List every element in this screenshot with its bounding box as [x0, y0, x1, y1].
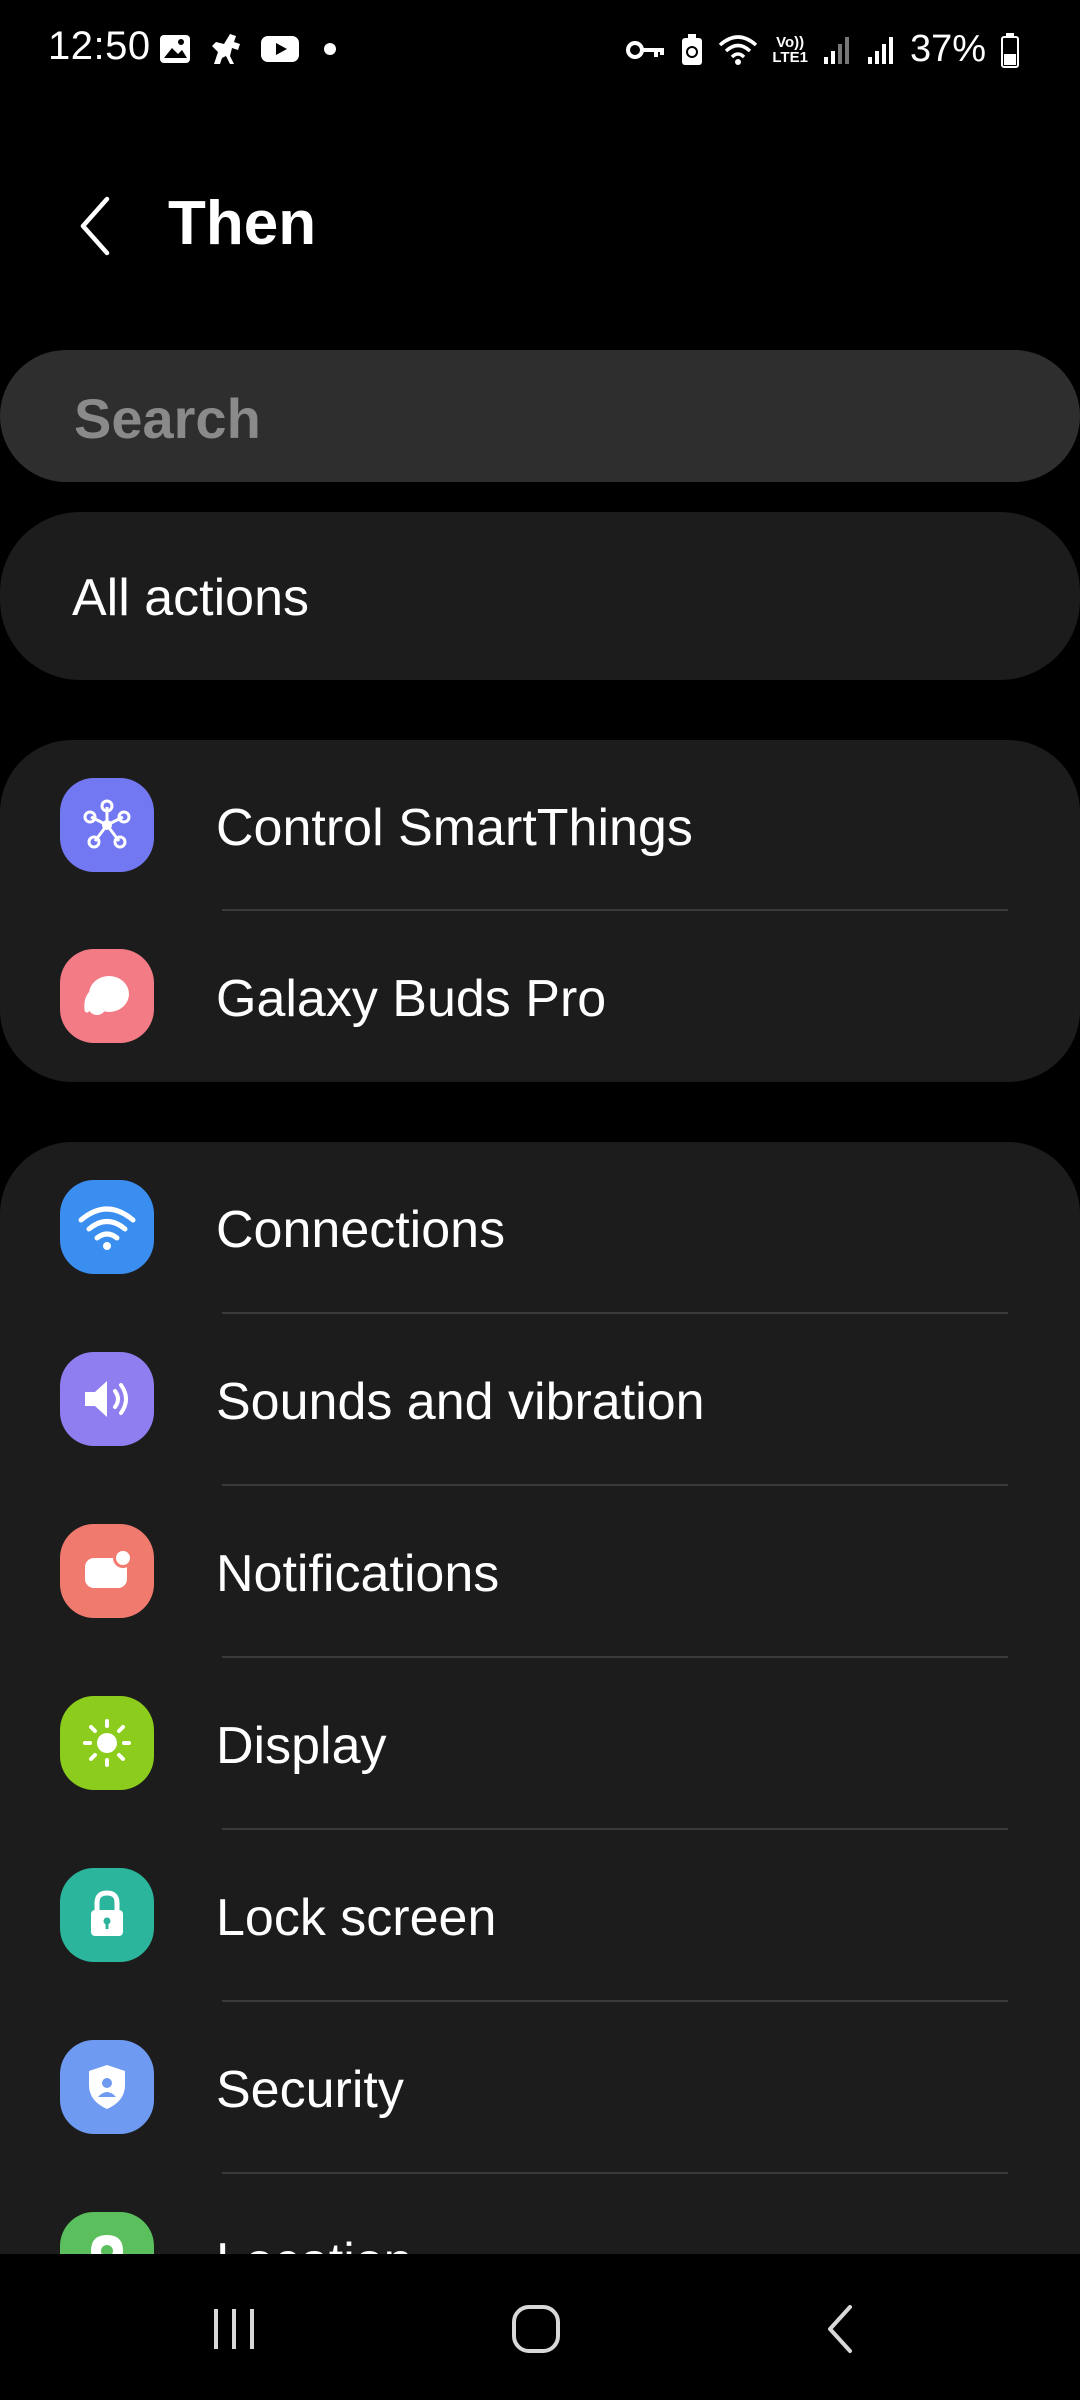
search-bar[interactable]	[0, 350, 1080, 482]
list-item-galaxy-buds-pro[interactable]: Galaxy Buds Pro	[0, 911, 1080, 1082]
recents-icon	[214, 2309, 254, 2349]
list-item-location[interactable]: Location	[0, 2174, 1080, 2262]
battery-icon	[1001, 32, 1019, 68]
list-item-label: Security	[216, 2061, 404, 2119]
list-item-label: Control SmartThings	[216, 799, 693, 857]
recents-button[interactable]	[174, 2284, 294, 2374]
lte-text: LTE1	[772, 48, 808, 66]
devices-card: Control SmartThings Galaxy Buds Pro	[0, 740, 1080, 1082]
list-item-label: Connections	[216, 1201, 506, 1259]
signal-icon	[867, 36, 893, 64]
speaker-icon	[60, 1352, 154, 1446]
list-item-display[interactable]: Display	[0, 1658, 1080, 1830]
list-item-sounds-and-vibration[interactable]: Sounds and vibration	[0, 1314, 1080, 1486]
battery-percent: 37%	[909, 28, 986, 70]
status-right-icons: Vo)) LTE1 37%	[626, 28, 1020, 71]
notification-icon	[60, 1524, 154, 1618]
wifi-icon	[60, 1180, 154, 1274]
all-actions-item[interactable]: All actions	[0, 512, 1080, 680]
list-item-security[interactable]: Security	[0, 2002, 1080, 2174]
wifi-icon	[719, 34, 758, 65]
shield-icon	[60, 2040, 154, 2134]
volte-text: Vo))	[776, 33, 805, 51]
list-item-control-smartthings[interactable]: Control SmartThings	[0, 740, 1080, 911]
signal-icon	[823, 36, 849, 64]
list-item-label: Notifications	[216, 1545, 500, 1603]
all-actions-label: All actions	[72, 569, 309, 627]
vpn-key-icon	[626, 40, 665, 59]
status-time: 12:50	[48, 24, 151, 68]
youtube-icon	[261, 36, 299, 62]
gallery-icon	[160, 35, 190, 63]
list-item-connections[interactable]: Connections	[0, 1142, 1080, 1314]
list-item-label: Galaxy Buds Pro	[216, 970, 607, 1028]
header: Then	[0, 160, 1080, 290]
galaxy-buds-icon	[60, 949, 154, 1043]
horse-app-icon	[212, 34, 240, 64]
navigation-bar	[0, 2254, 1080, 2400]
list-item-label: Display	[216, 1717, 387, 1775]
status-bar: 12:50 Vo)) LTE1 37%	[0, 0, 1080, 100]
nav-back-button[interactable]	[780, 2284, 900, 2374]
sun-icon	[60, 1696, 154, 1790]
page-title: Then	[168, 189, 317, 258]
screen: 12:50 Vo)) LTE1 37% Then Search All acti…	[0, 0, 1080, 2400]
battery-saver-icon	[682, 33, 703, 65]
list-item-notifications[interactable]: Notifications	[0, 1486, 1080, 1658]
home-button[interactable]	[476, 2284, 596, 2374]
list-item-label: Lock screen	[216, 1889, 497, 1947]
smartthings-icon	[60, 778, 154, 872]
notification-dot	[324, 43, 336, 55]
search-input[interactable]	[72, 382, 976, 454]
status-left-icons	[158, 30, 336, 68]
volte-lte-icon: Vo)) LTE1	[772, 35, 808, 65]
list-item-label: Sounds and vibration	[216, 1373, 705, 1431]
back-icon	[828, 2305, 852, 2353]
settings-card: Connections Sounds and vibration Notific…	[0, 1142, 1080, 2262]
back-button[interactable]	[62, 190, 126, 262]
chevron-left-icon	[80, 196, 110, 256]
lock-icon	[60, 1868, 154, 1962]
list-item-lock-screen[interactable]: Lock screen	[0, 1830, 1080, 2002]
home-icon	[512, 2305, 560, 2353]
